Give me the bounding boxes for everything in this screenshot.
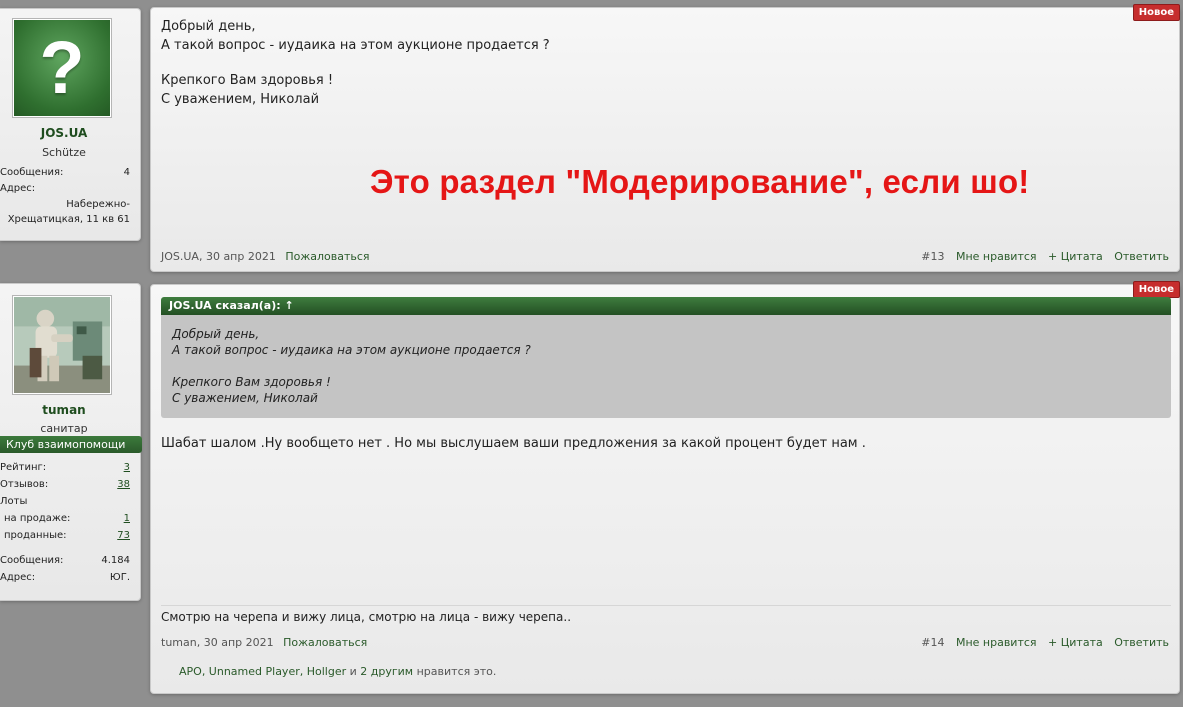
message-line: Добрый день,: [161, 19, 256, 34]
stat-reviews: Отзывов: 38: [0, 479, 130, 490]
quote-line: Добрый день,: [172, 327, 260, 341]
likes-connector: и: [349, 665, 357, 678]
user-title: Schütze: [42, 146, 86, 159]
post-number[interactable]: #14: [921, 636, 944, 649]
quote-line: Крепкого Вам здоровья !: [172, 375, 331, 389]
stat-address: Адрес: ЮГ.: [0, 572, 130, 583]
quote-link[interactable]: + Цитата: [1048, 636, 1103, 649]
post-14: Новое JOS.UA сказал(а): ↑ Добрый день, А…: [150, 281, 1180, 694]
post-footer: JOS.UA, 30 апр 2021 Пожаловаться #13 Мне…: [161, 249, 1169, 265]
post-13: Новое Добрый день, А такой вопрос - иуда…: [150, 4, 1180, 272]
post-footer: tuman, 30 апр 2021 Пожаловаться #14 Мне …: [161, 635, 1169, 651]
report-link[interactable]: Пожаловаться: [283, 636, 367, 649]
likes-summary: APO, Unnamed Player, Hollger и 2 другим …: [179, 665, 496, 678]
user-info-panel: tuman санитар Клуб взаимопомощи Рейтинг:…: [0, 283, 142, 601]
user-photo-avatar: [14, 297, 110, 393]
quote-header[interactable]: JOS.UA сказал(а): ↑: [161, 297, 1171, 315]
like-link[interactable]: Мне нравится: [956, 636, 1037, 649]
avatar[interactable]: [12, 295, 112, 395]
moderation-overlay-text: Это раздел "Модерирование", если шо!: [370, 163, 1030, 200]
signature-divider: [161, 605, 1171, 606]
message-line: Крепкого Вам здоровья !: [161, 73, 334, 88]
stat-lots: Лоты: [0, 496, 28, 507]
report-link[interactable]: Пожаловаться: [285, 250, 369, 263]
quote-block: Добрый день, А такой вопрос - иудаика на…: [161, 315, 1171, 418]
avatar[interactable]: ?: [12, 18, 112, 118]
message-line: С уважением, Николай: [161, 92, 320, 107]
quote-line: С уважением, Николай: [172, 391, 318, 405]
default-avatar-question-icon: ?: [14, 20, 110, 116]
user-info-panel: ? JOS.UA Schütze Сообщения: 4 Адрес: Наб…: [0, 8, 141, 241]
reply-link[interactable]: Ответить: [1114, 636, 1169, 649]
reply-link[interactable]: Ответить: [1114, 250, 1169, 263]
club-badge: Клуб взаимопомощи: [0, 436, 142, 453]
message-line: А такой вопрос - иудаика на этом аукцион…: [161, 38, 550, 53]
address-line-1: Набережно-: [66, 199, 130, 210]
quote-link[interactable]: + Цитата: [1048, 250, 1103, 263]
author-date[interactable]: tuman, 30 апр 2021: [161, 636, 274, 649]
stat-messages: Сообщения: 4: [0, 167, 130, 178]
address-line-2: Хрещатицкая, 11 кв 61: [7, 214, 130, 225]
new-badge: Новое: [1132, 4, 1180, 21]
likes-others-link[interactable]: 2 другим: [360, 665, 413, 678]
stat-lots-on-sale: на продаже: 1: [4, 513, 130, 524]
stat-address: Адрес:: [0, 183, 36, 194]
likes-suffix: нравится это.: [416, 665, 497, 678]
likes-names[interactable]: APO, Unnamed Player, Hollger: [179, 665, 346, 678]
username[interactable]: tuman: [0, 403, 128, 417]
like-link[interactable]: Мне нравится: [956, 250, 1037, 263]
stat-messages: Сообщения: 4.184: [0, 555, 130, 566]
username[interactable]: JOS.UA: [0, 126, 128, 140]
new-badge: Новое: [1132, 281, 1180, 298]
post-number[interactable]: #13: [921, 250, 944, 263]
message-text: Шабат шалом .Ну вообщето нет . Но мы выс…: [161, 436, 866, 451]
quote-line: А такой вопрос - иудаика на этом аукцион…: [172, 343, 531, 357]
stat-lots-sold: проданные: 73: [4, 530, 130, 541]
stat-rating: Рейтинг: 3: [0, 462, 130, 473]
author-date[interactable]: JOS.UA, 30 апр 2021: [161, 250, 276, 263]
signature: Смотрю на черепа и вижу лица, смотрю на …: [161, 610, 572, 624]
user-title: санитар: [40, 422, 88, 435]
